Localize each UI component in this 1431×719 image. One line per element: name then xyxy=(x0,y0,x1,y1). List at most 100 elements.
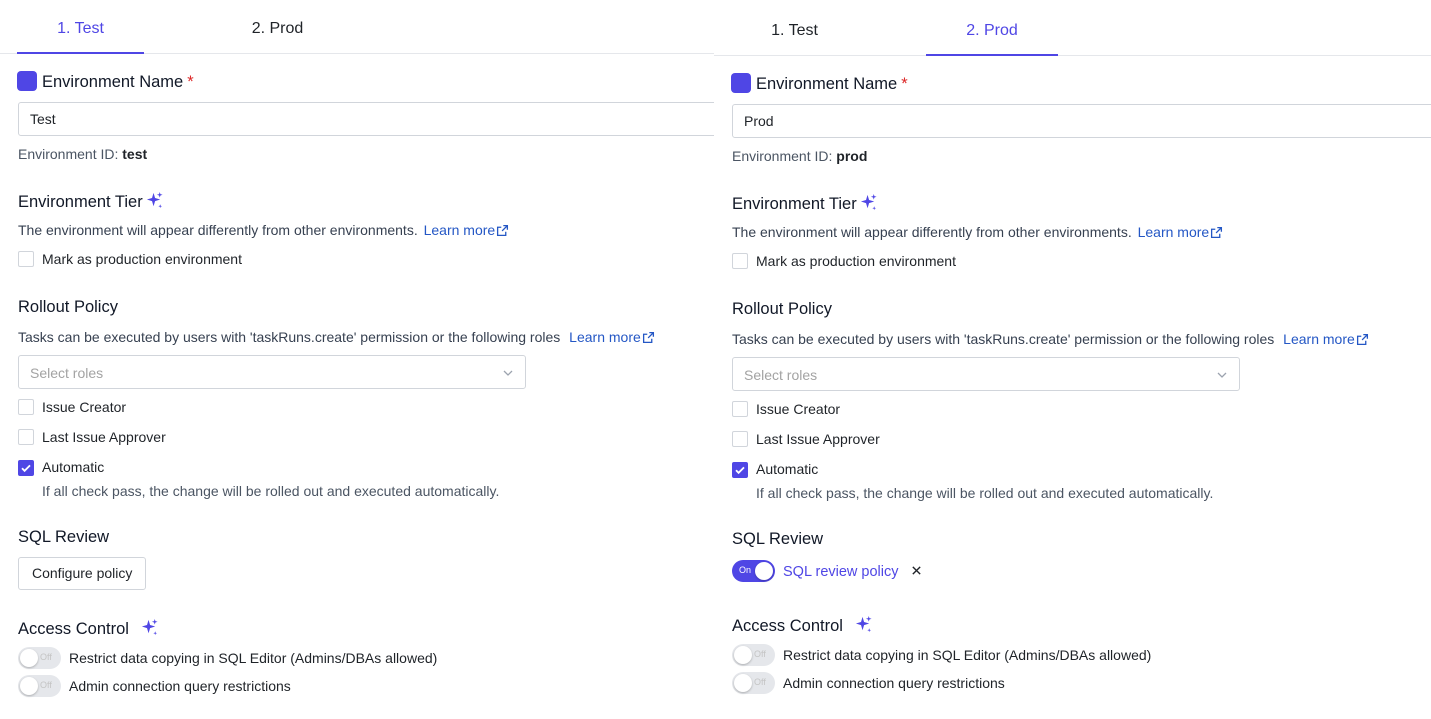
restrict-data-copy-label: Restrict data copying in SQL Editor (Adm… xyxy=(69,650,438,666)
tier-learn-more-label: Learn more xyxy=(423,222,496,238)
automatic-checkbox[interactable] xyxy=(18,460,34,476)
environment-tier-title: Environment Tier xyxy=(732,195,857,213)
sparkle-icon xyxy=(861,193,877,211)
rollout-learn-more-label: Learn more xyxy=(1283,331,1355,347)
toggle-knob xyxy=(20,677,38,695)
admin-query-restrictions-toggle[interactable]: Off xyxy=(18,675,61,697)
tab-test[interactable]: 1. Test xyxy=(17,20,144,54)
admin-query-restrictions-label: Admin connection query restrictions xyxy=(69,678,291,694)
last-issue-approver-label: Last Issue Approver xyxy=(756,431,880,447)
rollout-learn-more-link[interactable]: Learn more xyxy=(1283,331,1369,347)
issue-creator-checkbox[interactable] xyxy=(18,399,34,415)
sparkle-icon xyxy=(855,615,872,633)
production-checkbox-label: Mark as production environment xyxy=(42,251,242,267)
automatic-checkbox[interactable] xyxy=(732,462,748,478)
external-link-icon xyxy=(642,331,654,344)
environment-name-title: Environment Name xyxy=(42,73,184,91)
sql-review-title: SQL Review xyxy=(732,530,824,548)
roles-select[interactable]: Select roles xyxy=(18,355,526,389)
toggle-knob xyxy=(755,562,773,580)
sql-review-title: SQL Review xyxy=(18,528,110,546)
restrict-data-copy-label: Restrict data copying in SQL Editor (Adm… xyxy=(783,647,1152,663)
roles-select-placeholder: Select roles xyxy=(30,365,104,381)
environment-panel-test: 1. Test 2. Prod Environment Name* Enviro… xyxy=(0,0,714,719)
close-icon[interactable] xyxy=(911,565,922,576)
tab-prod[interactable]: 2. Prod xyxy=(214,20,341,54)
environment-id-label: Environment ID: xyxy=(18,146,119,162)
environment-id-value: prod xyxy=(836,148,868,164)
toggle-knob xyxy=(734,674,752,692)
required-mark: * xyxy=(901,75,908,93)
external-link-icon xyxy=(1211,226,1223,239)
production-checkbox-label: Mark as production environment xyxy=(756,253,956,269)
environment-color-swatch[interactable] xyxy=(17,71,37,91)
environment-id: Environment ID: test xyxy=(18,146,147,162)
environment-id-label: Environment ID: xyxy=(732,148,833,164)
environment-tabs: 1. Test 2. Prod xyxy=(714,0,1431,56)
environment-panel-prod: 1. Test 2. Prod Environment Name* Enviro… xyxy=(714,0,1431,719)
access-control-heading: Access Control xyxy=(18,618,159,639)
external-link-icon xyxy=(1356,333,1368,346)
issue-creator-label: Issue Creator xyxy=(756,401,841,417)
rollout-policy-title: Rollout Policy xyxy=(18,298,118,316)
chevron-down-icon xyxy=(1217,372,1227,378)
environment-name-title: Environment Name xyxy=(756,75,898,93)
access-control-title: Access Control xyxy=(18,620,129,638)
checkmark-icon xyxy=(735,466,745,475)
sql-review-policy-link[interactable]: SQL review policy xyxy=(783,564,899,580)
rollout-description-row: Tasks can be executed by users with 'tas… xyxy=(18,329,655,345)
roles-select-placeholder: Select roles xyxy=(744,367,818,383)
tier-learn-more-link[interactable]: Learn more xyxy=(424,222,510,238)
configure-policy-button[interactable]: Configure policy xyxy=(18,557,147,590)
environment-tier-description: The environment will appear differently … xyxy=(732,224,1132,240)
environment-color-swatch[interactable] xyxy=(731,73,751,93)
access-control-heading: Access Control xyxy=(732,615,873,636)
toggle-knob xyxy=(734,646,752,664)
toggle-state: Off xyxy=(754,677,766,687)
environment-tier-description-row: The environment will appear differently … xyxy=(732,224,1223,240)
toggle-state: Off xyxy=(40,680,52,690)
environment-name-heading: Environment Name * xyxy=(756,75,908,94)
rollout-learn-more-label: Learn more xyxy=(569,329,641,345)
rollout-description-row: Tasks can be executed by users with 'tas… xyxy=(732,331,1369,347)
automatic-label: Automatic xyxy=(756,461,819,477)
rollout-policy-title: Rollout Policy xyxy=(732,300,832,318)
automatic-hint: If all check pass, the change will be ro… xyxy=(42,483,500,499)
access-control-title: Access Control xyxy=(732,617,843,635)
sql-review-toggle[interactable]: On xyxy=(732,560,775,582)
restrict-data-copy-toggle[interactable]: Off xyxy=(18,647,61,669)
tier-learn-more-label: Learn more xyxy=(1137,224,1210,240)
rollout-description: Tasks can be executed by users with 'tas… xyxy=(18,329,561,345)
tab-test[interactable]: 1. Test xyxy=(731,22,858,56)
tier-learn-more-link[interactable]: Learn more xyxy=(1138,224,1224,240)
environment-name-input[interactable] xyxy=(732,104,1431,138)
environment-tier-heading: Environment Tier xyxy=(18,191,164,212)
rollout-learn-more-link[interactable]: Learn more xyxy=(569,329,655,345)
last-issue-approver-checkbox[interactable] xyxy=(18,429,34,445)
checkmark-icon xyxy=(21,464,31,473)
production-checkbox[interactable] xyxy=(18,251,34,267)
restrict-data-copy-toggle[interactable]: Off xyxy=(732,644,775,666)
environment-tier-title: Environment Tier xyxy=(18,193,143,211)
environment-id-value: test xyxy=(122,146,148,162)
roles-select[interactable]: Select roles xyxy=(732,357,1240,391)
toggle-state: Off xyxy=(40,652,52,662)
toggle-knob xyxy=(20,649,38,667)
rollout-description: Tasks can be executed by users with 'tas… xyxy=(732,331,1275,347)
external-link-icon xyxy=(497,224,509,237)
automatic-label: Automatic xyxy=(42,459,105,475)
last-issue-approver-checkbox[interactable] xyxy=(732,431,748,447)
admin-query-restrictions-toggle[interactable]: Off xyxy=(732,672,775,694)
production-checkbox[interactable] xyxy=(732,253,748,269)
chevron-down-icon xyxy=(503,370,513,376)
environment-name-heading: Environment Name * xyxy=(42,73,194,92)
toggle-state: Off xyxy=(754,649,766,659)
environment-name-input[interactable] xyxy=(18,102,714,136)
issue-creator-label: Issue Creator xyxy=(42,399,127,415)
sparkle-icon xyxy=(141,618,158,636)
environment-tier-heading: Environment Tier xyxy=(732,193,878,214)
tab-prod[interactable]: 2. Prod xyxy=(926,22,1058,56)
admin-query-restrictions-label: Admin connection query restrictions xyxy=(783,675,1005,691)
issue-creator-checkbox[interactable] xyxy=(732,401,748,417)
automatic-hint: If all check pass, the change will be ro… xyxy=(756,485,1214,501)
